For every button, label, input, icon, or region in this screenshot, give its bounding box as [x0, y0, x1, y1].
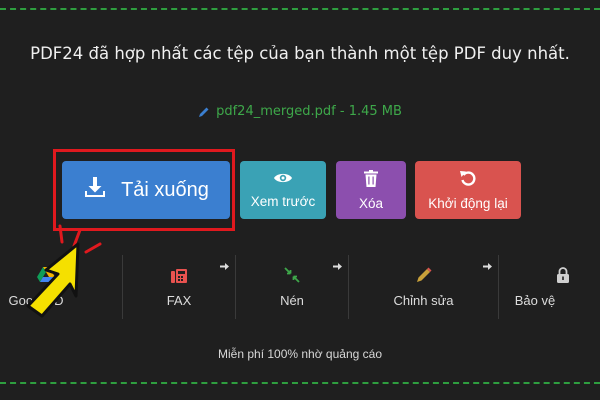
lock-icon — [499, 267, 600, 283]
file-separator: - — [335, 104, 349, 119]
trash-icon — [364, 169, 378, 190]
tool-fax[interactable]: FAX — [123, 255, 235, 319]
file-size: 1.45 MB — [348, 104, 402, 119]
eye-icon — [273, 171, 293, 188]
undo-icon — [459, 169, 477, 190]
delete-label: Xóa — [358, 195, 384, 211]
tool-edit[interactable]: Chỉnh sửa — [349, 255, 498, 319]
tool-protect-label: Bảo vệ — [514, 293, 556, 308]
tool-compress-label: Nén — [280, 293, 304, 308]
top-dashed-border — [0, 8, 600, 10]
rename-pencil-icon[interactable] — [198, 106, 210, 118]
restart-label: Khởi động lại — [428, 196, 508, 211]
tool-edit-label: Chỉnh sửa — [393, 293, 454, 308]
fax-icon — [123, 267, 235, 283]
delete-button[interactable]: Xóa — [336, 161, 406, 219]
preview-label: Xem trước — [250, 194, 316, 209]
tool-protect[interactable]: Bảo vệ — [499, 255, 600, 319]
restart-button[interactable]: Khởi động lại — [415, 161, 521, 219]
merge-success-message: PDF24 đã hợp nhất các tệp của bạn thành … — [30, 44, 570, 63]
bottom-dashed-border — [0, 382, 600, 384]
pointer-hand-icon — [14, 218, 114, 332]
pencil-icon — [349, 267, 498, 283]
tool-compress[interactable]: Nén — [236, 255, 348, 319]
tool-fax-label: FAX — [166, 293, 192, 308]
file-name-link[interactable]: pdf24_merged.pdf — [216, 104, 336, 119]
file-info: pdf24_merged.pdf - 1.45 MB — [0, 104, 600, 119]
compress-icon — [236, 267, 348, 283]
preview-button[interactable]: Xem trước — [240, 161, 326, 219]
ad-supported-note: Miễn phí 100% nhờ quảng cáo — [218, 347, 382, 361]
